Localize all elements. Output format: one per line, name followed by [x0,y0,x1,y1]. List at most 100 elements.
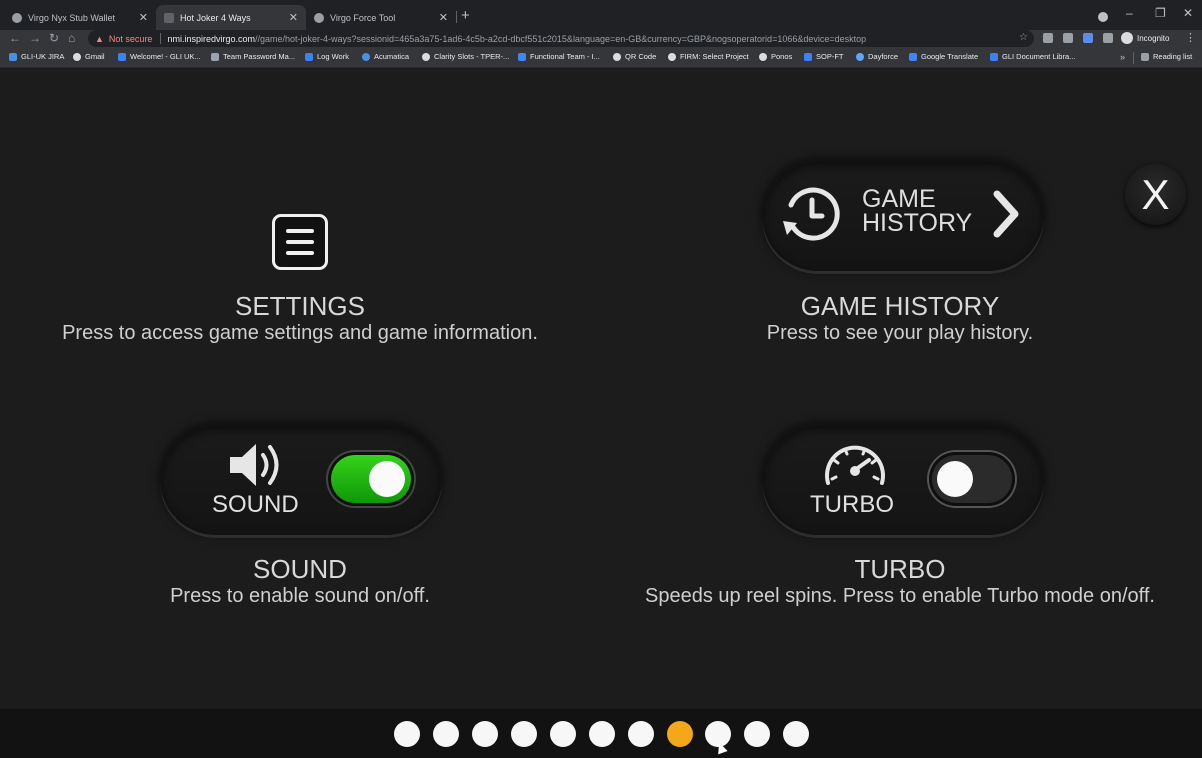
bookmark-label: Acumatica [374,52,410,61]
bookmark-item[interactable]: FIRM: Select Project [668,52,749,61]
bookmark-item[interactable]: Dayforce [856,52,898,61]
game-history-label-line2: HISTORY [862,209,973,237]
url-divider [160,33,162,44]
bookmark-item[interactable]: Google Translate [909,52,978,61]
bookmark-item[interactable]: Clarity Slots - TPER-... [422,52,509,61]
bookmark-icon [613,52,621,61]
bookmark-icon [759,52,767,61]
bookmark-label: Team Password Ma... [223,52,296,61]
extension-icon[interactable] [1043,33,1053,43]
reading-list-button[interactable]: Reading list [1141,52,1192,61]
bookmark-label: Functional Team - I... [530,52,600,61]
minimize-icon[interactable]: – [1126,6,1133,20]
page-dot[interactable] [628,721,654,747]
tab-hot-joker-4-ways[interactable]: Hot Joker 4 Ways ✕ [156,5,306,30]
bookmark-label: QR Code [625,52,657,61]
speedometer-icon [825,445,885,485]
bookmark-label: Log Work [317,52,349,61]
bookmark-icon [804,52,812,61]
bookmark-icon [909,52,917,61]
bookmark-item[interactable]: Team Password Ma... [211,52,295,61]
hamburger-line [286,240,314,244]
page-dot[interactable] [394,721,420,747]
bookmark-label: GLI Document Libra... [1002,52,1076,61]
speaker-icon [230,444,279,486]
reload-icon[interactable]: ↻ [49,31,59,45]
tab-title: Virgo Nyx Stub Wallet [28,12,116,23]
bookmark-item[interactable]: Acumatica [362,52,409,61]
bookmark-item[interactable]: Welcome! - GLI UK... [118,52,201,61]
page-dot[interactable] [783,721,809,747]
incognito-indicator[interactable]: Incognito [1121,32,1169,44]
page-dot[interactable] [511,721,537,747]
bookmark-item[interactable]: Functional Team - I... [518,52,600,61]
sound-heading: SOUND [253,554,347,584]
settings-menu-button[interactable] [272,214,328,270]
bookmark-label: Dayforce [868,52,899,61]
tab-divider [456,11,457,23]
restore-icon[interactable]: ❐ [1155,6,1166,20]
bookmark-item[interactable]: GLI-UK JIRA [9,52,64,61]
bookmark-icon [118,52,126,61]
window-close-icon[interactable]: ✕ [1183,6,1193,20]
bookmark-label: FIRM: Select Project [680,52,749,61]
toggle-knob [369,461,405,497]
bookmark-item[interactable]: SOP-FT [804,52,844,61]
forward-arrow-icon[interactable]: → [29,31,41,45]
translate-extension-icon[interactable] [1083,33,1093,43]
game-history-heading: GAME HISTORY [800,291,1000,321]
page-dot[interactable] [589,721,615,747]
media-control-icon[interactable] [1098,12,1108,22]
page-dot[interactable] [472,721,498,747]
bookmark-label: Gmail [85,52,105,61]
bookmark-label: SOP-FT [816,52,844,61]
browser-menu-icon[interactable]: ⋮ [1185,31,1196,44]
warning-icon: ▲ [95,33,104,44]
history-clock-icon [783,187,840,241]
bookmark-star-icon[interactable]: ☆ [1019,32,1028,43]
turbo-pill-label: TURBO [810,491,894,518]
close-tab-icon[interactable]: ✕ [439,11,448,24]
game-menu-panel: X SETTINGS Press to access game settings… [0,69,1202,709]
tab-title: Virgo Force Tool [330,12,396,23]
new-tab-button[interactable]: + [461,7,470,24]
bookmark-item[interactable]: GLI Document Libra... [990,52,1075,61]
bookmarks-bar: GLI-UK JIRA Gmail Welcome! - GLI UK... T… [0,48,1202,68]
bookmark-icon [422,52,430,61]
reading-list-label: Reading list [1153,52,1193,61]
url-host: nmi.inspiredvirgo.com [167,33,255,44]
url-path: //game/hot-joker-4-ways?sessionid=465a3a… [254,33,867,44]
extension-icon[interactable] [1063,33,1073,43]
bookmark-item[interactable]: Gmail [73,52,105,61]
bookmark-icon [211,52,219,61]
address-toolbar: ← → ↻ ⌂ ▲ Not secure nmi.inspiredvirgo.c… [0,30,1202,48]
sound-description: Press to enable sound on/off. [170,585,430,607]
puzzle-extensions-icon[interactable] [1103,33,1113,43]
address-bar[interactable]: ▲ Not secure nmi.inspiredvirgo.com //gam… [88,30,1034,47]
turbo-description: Speeds up reel spins. Press to enable Tu… [645,585,1155,607]
tab-virgo-nyx-stub-wallet[interactable]: Virgo Nyx Stub Wallet ✕ [4,5,156,30]
back-arrow-icon[interactable]: ← [9,31,21,45]
home-icon[interactable]: ⌂ [68,31,75,45]
bookmark-item[interactable]: Ponos [759,52,792,61]
bookmark-item[interactable]: Log Work [305,52,349,61]
close-tab-icon[interactable]: ✕ [289,11,298,24]
more-bookmarks-button[interactable]: » [1120,52,1125,62]
close-menu-button[interactable]: X [1125,164,1186,225]
tab-title: Hot Joker 4 Ways [180,12,251,23]
not-secure-label: Not secure [108,33,153,44]
page-dot[interactable] [550,721,576,747]
page-dot[interactable] [433,721,459,747]
browser-tab-bar: Virgo Nyx Stub Wallet ✕ Hot Joker 4 Ways… [0,0,1202,30]
close-tab-icon[interactable]: ✕ [139,11,148,24]
tab-virgo-force-tool[interactable]: Virgo Force Tool ✕ [306,5,456,30]
turbo-toggle[interactable] [929,452,1015,506]
bookmark-icon [990,52,998,61]
sound-toggle[interactable] [328,452,414,506]
globe-icon [314,12,324,23]
bookmark-item[interactable]: QR Code [613,52,656,61]
bookmark-icon [856,52,864,61]
settings-description: Press to access game settings and game i… [62,322,538,344]
page-dot-active[interactable] [667,721,693,747]
page-dot[interactable] [744,721,770,747]
